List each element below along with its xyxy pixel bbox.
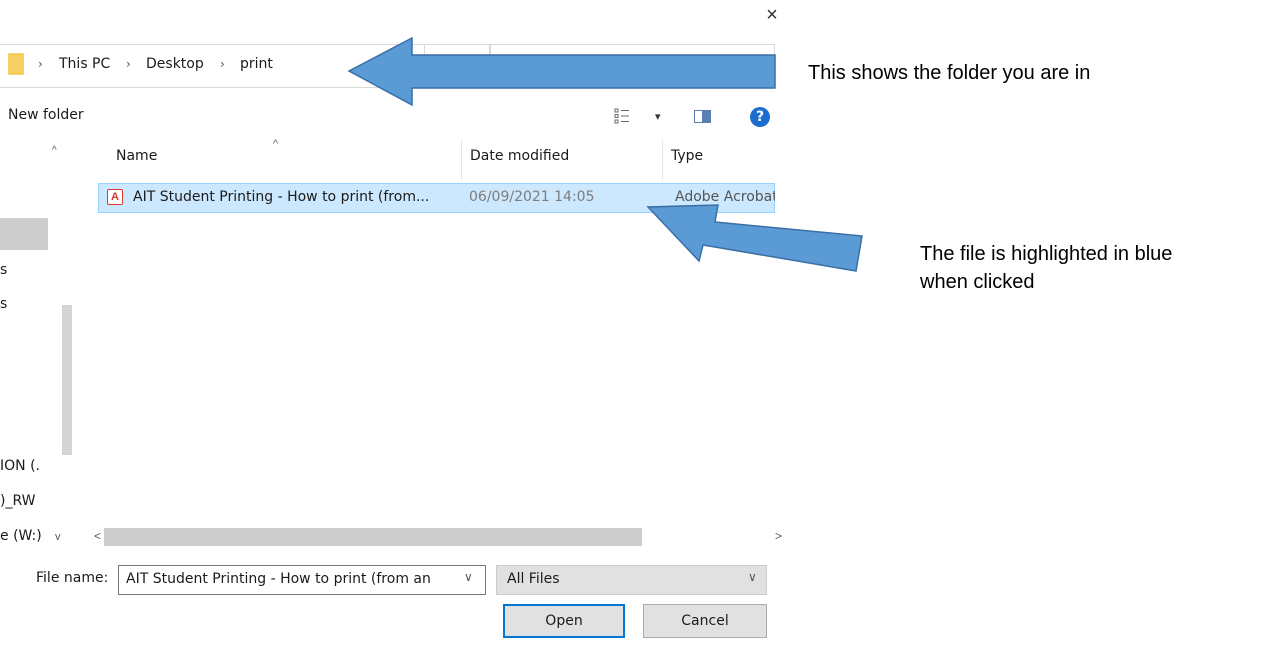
annotation-file-note-line2: when clicked (920, 271, 1035, 293)
annotation-file-note-line1: The file is highlighted in blue (920, 243, 1173, 265)
annotation-folder-note: This shows the folder you are in (808, 62, 1091, 84)
arrow-file (646, 204, 863, 272)
arrow-folder (347, 36, 776, 107)
annotation-arrows (347, 36, 863, 272)
